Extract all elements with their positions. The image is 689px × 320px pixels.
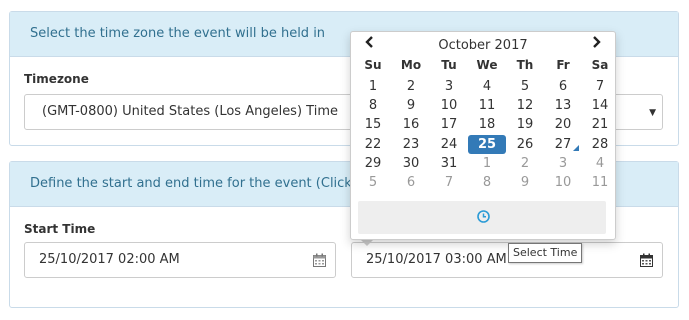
calendar-day[interactable]: 6 (392, 173, 430, 192)
weekday-label: Su (364, 58, 382, 72)
timezone-label: Timezone (24, 72, 89, 86)
calendar-day[interactable]: 10 (430, 96, 468, 115)
calendar-day[interactable]: 23 (392, 135, 430, 154)
calendar-day[interactable]: 28 (581, 135, 619, 154)
calendar-day[interactable]: 31 (430, 154, 468, 173)
calendar-day[interactable]: 22 (354, 135, 392, 154)
weekday-label: We (476, 58, 498, 72)
calendar-day[interactable]: 9 (506, 173, 544, 192)
calendar-day[interactable]: 8 (468, 173, 506, 192)
calendar-day-today[interactable]: 27 (544, 135, 582, 154)
select-time-toggle[interactable] (358, 201, 606, 234)
today-marker-icon (573, 144, 579, 151)
calendar-day-selected[interactable]: 25 (468, 134, 506, 154)
calendar-day[interactable]: 1 (468, 154, 506, 173)
calendar-day[interactable]: 20 (544, 115, 582, 134)
calendar-day[interactable]: 6 (544, 77, 582, 96)
calendar-day[interactable]: 18 (468, 115, 506, 134)
weekday-label: Sa (591, 58, 609, 72)
weekday-label: Fr (556, 58, 570, 72)
calendar-icon[interactable] (640, 253, 653, 267)
end-time-input[interactable]: 25/10/2017 03:00 AM (351, 242, 663, 278)
caret-down-icon: ▼ (649, 108, 656, 118)
calendar-day[interactable]: 24 (430, 135, 468, 154)
datepicker-popup: October 2017 Su Mo Tu We Th Fr Sa 1 2 3 4 5 6 7 8 9 10 1… (350, 31, 616, 240)
calendar-day[interactable]: 12 (506, 96, 544, 115)
weekday-label: Th (516, 58, 534, 72)
calendar-day[interactable]: 3 (544, 154, 582, 173)
start-time-label: Start Time (24, 222, 96, 236)
calendar-day[interactable]: 4 (581, 154, 619, 173)
calendar-day[interactable]: 13 (544, 96, 582, 115)
calendar-day[interactable]: 17 (430, 115, 468, 134)
weekday-label: Tu (441, 58, 457, 72)
calendar-day[interactable]: 30 (392, 154, 430, 173)
datepicker-pointer (360, 239, 374, 246)
calendar-icon[interactable] (313, 253, 326, 267)
calendar-day[interactable]: 5 (506, 77, 544, 96)
calendar-day[interactable]: 29 (354, 154, 392, 173)
start-time-value: 25/10/2017 02:00 AM (39, 252, 180, 267)
calendar-day[interactable]: 15 (354, 115, 392, 134)
chevron-right-icon[interactable] (592, 36, 602, 52)
select-time-tooltip: Select Time (508, 243, 583, 263)
calendar-day[interactable]: 10 (544, 173, 582, 192)
calendar-day[interactable]: 11 (581, 173, 619, 192)
calendar-day[interactable]: 8 (354, 96, 392, 115)
calendar-day[interactable]: 19 (506, 115, 544, 134)
calendar-day[interactable]: 1 (354, 77, 392, 96)
calendar-day[interactable]: 26 (506, 135, 544, 154)
calendar-day[interactable]: 9 (392, 96, 430, 115)
timezone-selected-value: (GMT-0800) United States (Los Angeles) T… (42, 104, 338, 119)
calendar-day[interactable]: 7 (581, 77, 619, 96)
calendar-day[interactable]: 4 (468, 77, 506, 96)
clock-icon (477, 210, 490, 223)
calendar-day[interactable]: 5 (354, 173, 392, 192)
start-time-input[interactable]: 25/10/2017 02:00 AM (24, 242, 336, 278)
weekday-label: Mo (400, 58, 422, 72)
datepicker-month-title[interactable]: October 2017 (351, 38, 615, 53)
calendar-day[interactable]: 2 (506, 154, 544, 173)
calendar-day[interactable]: 3 (430, 77, 468, 96)
calendar-day[interactable]: 7 (430, 173, 468, 192)
end-time-value: 25/10/2017 03:00 AM (366, 252, 507, 267)
calendar-day[interactable]: 14 (581, 96, 619, 115)
calendar-day[interactable]: 2 (392, 77, 430, 96)
calendar-day[interactable]: 16 (392, 115, 430, 134)
calendar-day[interactable]: 21 (581, 115, 619, 134)
calendar-day[interactable]: 11 (468, 96, 506, 115)
